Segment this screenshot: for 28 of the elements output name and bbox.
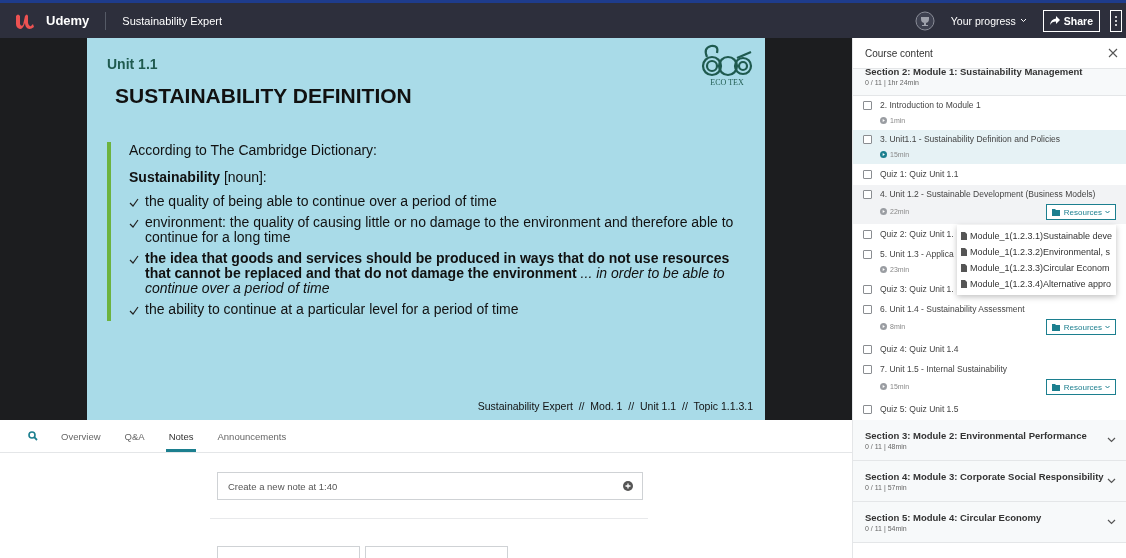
slide-footer: Sustainability Expert // Mod. 1 // Unit 1.1 // Topic 1.1.3.1 [477, 400, 753, 412]
bullet-text: the idea that goods and services should be produced in ways that do not use resources that cannot be replaced and that do not damage the environment ... in order to be able to continue over a period of time [145, 251, 731, 296]
section-title: Section 5: Module 4: Circular Economy [865, 512, 1042, 523]
bullet-text: the quality of being able to continue over a period of time [145, 194, 497, 209]
course-title: Sustainability Expert [122, 14, 223, 27]
unit-label: Unit 1.1 [107, 56, 159, 72]
lecture-title: Quiz 5: Quiz Unit 1.5 [880, 404, 959, 415]
lecture-title: Quiz 3: Quiz Unit 1. [880, 284, 954, 295]
lecture-title: 7. Unit 1.5 - Internal Sustainability [880, 364, 1008, 375]
term-text: Sustainability [noun]: [129, 169, 268, 185]
panel-title: Course content [865, 47, 933, 59]
bullet-text: environment: the quality of causing little or no damage to the environment and therefore able to continue for a long time [145, 215, 735, 245]
section-title: Section 2: Module 1: Sustainability Management [865, 66, 1083, 77]
slide-text: According to The Cambridge Dictionary: [129, 142, 378, 158]
logo-caption: ECO TEX [710, 78, 744, 87]
lecture-title: 4. Unit 1.2 - Sustainable Development (Business Models) [880, 189, 1096, 200]
lecture-title: 5. Unit 1.3 - Applica [880, 249, 954, 260]
lecture-title: 3. Unit1.1 - Sustainability Definition and Policies [880, 134, 1060, 145]
slide-title: SUSTAINABILITY DEFINITION [115, 84, 413, 108]
section-title: Section 3: Module 2: Environmental Performance [865, 430, 1087, 441]
lecture-title: 2. Introduction to Module 1 [880, 100, 981, 111]
section-title: Section 4: Module 3: Corporate Social Responsibility [865, 471, 1104, 482]
bullet-text: the ability to continue at a particular level for a period of time [145, 302, 519, 317]
lecture-title: Quiz 1: Quiz Unit 1.1 [880, 169, 959, 180]
lecture-title: Quiz 4: Quiz Unit 1.4 [880, 344, 959, 355]
logo-text: Udemy [46, 13, 90, 28]
lecture-title: 6. Unit 1.4 - Sustainability Assessment [880, 304, 1025, 315]
lecture-title: Quiz 2: Quiz Unit 1. [880, 229, 954, 240]
